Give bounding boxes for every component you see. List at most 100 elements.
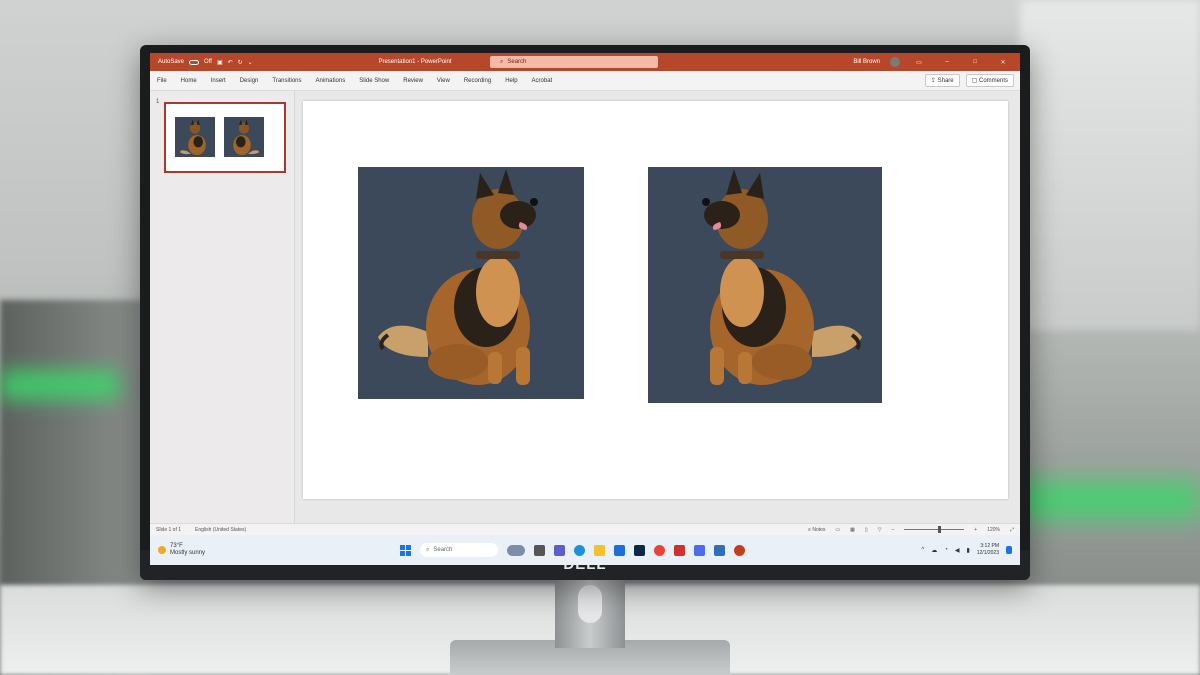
thumbnail-dog-image-right: [224, 117, 264, 157]
chevron-up-icon[interactable]: ^: [921, 547, 924, 553]
minimize-icon[interactable]: –: [938, 59, 956, 65]
tab-animations[interactable]: Animations: [309, 78, 353, 84]
zoom-app-icon[interactable]: [694, 544, 705, 556]
slideshow-icon[interactable]: ▽: [878, 527, 882, 533]
battery-icon[interactable]: ▮: [966, 547, 969, 554]
dog-left-icon: [179, 119, 206, 155]
share-button[interactable]: ⇪ Share: [924, 74, 960, 87]
onedrive-icon[interactable]: ☁: [931, 547, 937, 554]
store-icon[interactable]: [614, 544, 625, 556]
thumbnail-dog-image-left: [175, 117, 215, 157]
save-icon[interactable]: ▣: [217, 59, 223, 66]
tab-help[interactable]: Help: [498, 78, 524, 84]
fit-slide-icon[interactable]: ⤢: [1010, 527, 1014, 533]
customize-icon[interactable]: ⌄: [248, 59, 253, 66]
comment-icon: ▢: [971, 78, 978, 84]
comments-button[interactable]: ▢ Comments: [965, 74, 1014, 87]
search-placeholder: Search: [507, 59, 527, 65]
background-wall: [1020, 0, 1200, 330]
zoom-level[interactable]: 120%: [987, 527, 1000, 533]
photoshop-icon[interactable]: [634, 544, 645, 556]
chrome-icon[interactable]: [654, 544, 665, 556]
slide-count: Slide 1 of 1: [156, 526, 182, 533]
dog-photo-right[interactable]: [648, 167, 882, 403]
tab-slide-show[interactable]: Slide Show: [352, 78, 396, 84]
dog-photo-left[interactable]: [358, 167, 584, 399]
weather-desc: Mostly sunny: [170, 550, 206, 556]
user-name[interactable]: Bill Brown: [853, 59, 880, 65]
notes-icon: ≡: [808, 526, 811, 533]
zoom-slider[interactable]: [904, 526, 965, 533]
status-bar: Slide 1 of 1 English (United States) ≡ N…: [150, 523, 1020, 535]
notes-button[interactable]: ≡ Notes: [808, 527, 825, 533]
avatar[interactable]: [890, 57, 900, 67]
acrobat-icon[interactable]: [674, 544, 685, 556]
language-indicator[interactable]: English (United States): [195, 527, 246, 533]
search-box[interactable]: ⌕ Search: [490, 56, 658, 68]
volume-icon[interactable]: ◀: [955, 547, 960, 554]
tab-insert[interactable]: Insert: [204, 78, 233, 84]
tab-acrobat[interactable]: Acrobat: [525, 78, 560, 84]
teams-icon[interactable]: [554, 544, 565, 556]
maximize-icon[interactable]: □: [966, 59, 984, 65]
windows-taskbar: 73°F Mostly sunny ⌕ Search ^ ☁ ◔ ◀ ▮ 3:1…: [150, 535, 1020, 565]
tab-review[interactable]: Review: [396, 78, 430, 84]
redo-icon[interactable]: ↻: [238, 59, 243, 66]
screen: AutoSave Off ▣ ↶ ↻ ⌄ Presentation1 - Pow…: [150, 53, 1020, 565]
copilot-icon[interactable]: [507, 544, 525, 556]
tab-view[interactable]: View: [430, 78, 457, 84]
notes-label: Notes: [812, 526, 826, 533]
clock-date: 12/1/2023: [976, 550, 999, 556]
autosave-toggle[interactable]: [189, 59, 200, 65]
slide-editor: [295, 91, 1020, 523]
zoom-slider-knob[interactable]: [938, 526, 942, 533]
slide-sorter-icon[interactable]: ▦: [850, 527, 855, 533]
system-tray: ^ ☁ ◔ ◀ ▮ 3:12 PM 12/1/2023: [921, 543, 1020, 557]
zoom-in-icon[interactable]: +: [974, 527, 977, 533]
slide-thumbnail[interactable]: [164, 102, 286, 173]
weather-widget[interactable]: 73°F Mostly sunny: [150, 543, 400, 557]
taskbar-search-label: Search: [433, 547, 453, 553]
dog-image-mirrored-icon: [702, 169, 862, 385]
dog-image-icon: [378, 169, 538, 385]
close-icon[interactable]: ✕: [994, 59, 1012, 66]
tab-file[interactable]: File: [150, 78, 174, 84]
edge-icon[interactable]: [574, 544, 585, 556]
tab-home[interactable]: Home: [174, 78, 204, 84]
slide-number: 1: [156, 99, 160, 105]
undo-icon[interactable]: ↶: [228, 59, 233, 66]
title-bar: AutoSave Off ▣ ↶ ↻ ⌄ Presentation1 - Pow…: [150, 53, 1020, 71]
background-green-light: [0, 370, 120, 400]
outlook-icon[interactable]: [714, 544, 725, 556]
weather-temp: 73°F: [170, 543, 183, 549]
tab-recording[interactable]: Recording: [457, 78, 498, 84]
search-icon: ⌕: [500, 58, 504, 65]
search-icon: ⌕: [426, 546, 430, 553]
slide-canvas[interactable]: [303, 101, 1008, 499]
reading-view-icon[interactable]: ▯: [865, 527, 868, 533]
clock[interactable]: 3:12 PM 12/1/2023: [977, 543, 999, 557]
share-icon: ⇪: [930, 78, 936, 84]
ribbon-display-icon[interactable]: ▭: [910, 59, 928, 66]
slide-thumbnails-pane: 1: [150, 91, 295, 523]
monitor: DELL AutoSave Off ▣ ↶ ↻ ⌄ Presentation1 …: [140, 45, 1030, 580]
file-explorer-icon[interactable]: [594, 544, 605, 556]
normal-view-icon[interactable]: ▭: [835, 527, 840, 533]
zoom-out-icon[interactable]: –: [891, 527, 894, 533]
notification-icon[interactable]: [1006, 546, 1012, 554]
dog-right-icon: [233, 119, 260, 155]
comments-label: Comments: [978, 78, 1008, 84]
ribbon-tabs: File Home Insert Design Transitions Anim…: [150, 71, 1020, 91]
share-label: Share: [937, 78, 954, 84]
monitor-stand-slot: [578, 585, 602, 623]
start-icon[interactable]: [400, 544, 411, 556]
taskbar-search[interactable]: ⌕ Search: [420, 543, 498, 557]
task-view-icon[interactable]: [534, 544, 545, 556]
powerpoint-icon[interactable]: [734, 544, 745, 556]
tab-design[interactable]: Design: [233, 78, 266, 84]
wifi-icon[interactable]: ◔: [944, 547, 948, 553]
document-title: Presentation1 - PowerPoint: [378, 59, 452, 65]
clock-time: 3:12 PM: [980, 543, 999, 549]
tab-transitions[interactable]: Transitions: [265, 78, 308, 84]
sun-icon: [158, 546, 166, 554]
